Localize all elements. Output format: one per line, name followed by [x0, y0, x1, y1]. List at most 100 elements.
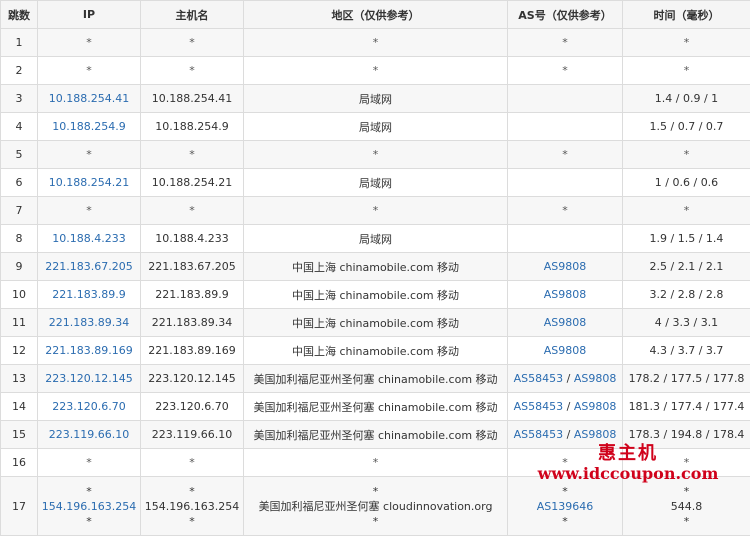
hop-cell: 11: [1, 309, 38, 337]
hop-cell-text: 8: [16, 232, 23, 245]
ip-cell: 10.188.254.41: [38, 85, 141, 113]
hop-cell: 2: [1, 57, 38, 85]
ip-cell-link[interactable]: 221.183.89.169: [45, 344, 132, 357]
ip-cell-link[interactable]: 221.183.89.34: [49, 316, 129, 329]
as-link[interactable]: AS9808: [574, 428, 617, 441]
region-cell-text: *: [373, 36, 379, 49]
as-link[interactable]: AS9808: [574, 372, 617, 385]
ip-cell-link[interactable]: 223.120.12.145: [45, 372, 132, 385]
hostname-cell-text: 223.119.66.10: [152, 428, 232, 441]
hostname-cell-text: *: [189, 64, 195, 77]
ip-cell-link[interactable]: 223.119.66.10: [49, 428, 129, 441]
time-cell-text: 3.2 / 2.8 / 2.8: [650, 288, 724, 301]
hop-cell: 17: [1, 477, 38, 536]
time-cell-text: 2.5 / 2.1 / 2.1: [650, 260, 724, 273]
time-cell-text: 1 / 0.6 / 0.6: [655, 176, 718, 189]
region-cell-line: *: [244, 514, 507, 529]
ip-cell-link[interactable]: 10.188.4.233: [52, 232, 125, 245]
ip-cell-link[interactable]: 10.188.254.9: [52, 120, 125, 133]
ip-cell: *: [38, 449, 141, 477]
header-as: AS号（仅供参考）: [508, 1, 623, 29]
hostname-cell: 221.183.89.9: [141, 281, 244, 309]
time-cell: *: [623, 57, 750, 85]
table-row: 2*****: [1, 57, 750, 85]
time-cell: 178.3 / 194.8 / 178.4: [623, 421, 750, 449]
ip-cell-text: *: [86, 36, 92, 49]
region-cell-line: 美国加利福尼亚州圣何塞 cloudinnovation.org: [244, 499, 507, 514]
hop-cell: 8: [1, 225, 38, 253]
hop-cell-text: 14: [12, 400, 26, 413]
ip-cell-link[interactable]: 10.188.254.21: [49, 176, 129, 189]
as-cell: AS9808: [508, 309, 623, 337]
hostname-cell-text: 223.120.6.70: [155, 400, 228, 413]
ip-cell-text: *: [86, 456, 92, 469]
hostname-cell-text: *: [189, 36, 195, 49]
hop-cell-text: 3: [16, 92, 23, 105]
as-cell: AS9808: [508, 281, 623, 309]
time-cell: 1.9 / 1.5 / 1.4: [623, 225, 750, 253]
ip-cell-link[interactable]: 221.183.67.205: [45, 260, 132, 273]
table-row: 17*154.196.163.254**154.196.163.254**美国加…: [1, 477, 750, 536]
ip-cell-line[interactable]: 154.196.163.254: [38, 499, 140, 514]
header-hostname: 主机名: [141, 1, 244, 29]
as-cell: AS58453 / AS9808: [508, 421, 623, 449]
region-cell-text: 局域网: [359, 233, 392, 246]
as-link[interactable]: AS9808: [544, 316, 587, 329]
region-cell-text: 中国上海 chinamobile.com 移动: [292, 317, 459, 330]
as-link[interactable]: AS9808: [544, 344, 587, 357]
as-link[interactable]: AS9808: [544, 288, 587, 301]
hop-cell-text: 13: [12, 372, 26, 385]
as-text: *: [562, 456, 568, 469]
ip-cell-link[interactable]: 223.120.6.70: [52, 400, 125, 413]
region-cell: *: [244, 197, 508, 225]
ip-cell-text: *: [86, 148, 92, 161]
as-text: *: [562, 64, 568, 77]
region-cell: 局域网: [244, 169, 508, 197]
time-cell-text: 4.3 / 3.7 / 3.7: [650, 344, 724, 357]
hostname-cell: *154.196.163.254*: [141, 477, 244, 536]
ip-cell-link[interactable]: 221.183.89.9: [52, 288, 125, 301]
time-cell: *: [623, 449, 750, 477]
hop-cell: 10: [1, 281, 38, 309]
as-link[interactable]: AS9808: [544, 260, 587, 273]
as-cell-line: *: [508, 514, 622, 529]
hop-cell-text: 16: [12, 456, 26, 469]
time-cell: *: [623, 197, 750, 225]
header-ip: IP: [38, 1, 141, 29]
table-row: 16*****: [1, 449, 750, 477]
ip-cell-link[interactable]: 10.188.254.41: [49, 92, 129, 105]
time-cell-text: 1.5 / 0.7 / 0.7: [650, 120, 724, 133]
time-cell: 1 / 0.6 / 0.6: [623, 169, 750, 197]
ip-cell: 10.188.4.233: [38, 225, 141, 253]
hostname-cell: 221.183.89.34: [141, 309, 244, 337]
hop-cell-text: 2: [16, 64, 23, 77]
ip-cell: 10.188.254.21: [38, 169, 141, 197]
ip-cell: *: [38, 197, 141, 225]
as-link[interactable]: AS58453: [514, 372, 564, 385]
hop-cell: 16: [1, 449, 38, 477]
ip-cell-line: *: [38, 484, 140, 499]
hostname-cell-text: 10.188.4.233: [155, 232, 228, 245]
ip-cell: *154.196.163.254*: [38, 477, 141, 536]
time-cell-text: 178.2 / 177.5 / 177.8: [629, 372, 745, 385]
hop-cell: 9: [1, 253, 38, 281]
as-cell: *AS139646*: [508, 477, 623, 536]
region-cell: 美国加利福尼亚州圣何塞 chinamobile.com 移动: [244, 421, 508, 449]
as-cell: *: [508, 141, 623, 169]
region-cell-text: *: [373, 148, 379, 161]
table-row: 15223.119.66.10223.119.66.10美国加利福尼亚州圣何塞 …: [1, 421, 750, 449]
as-link[interactable]: AS58453: [514, 428, 564, 441]
hostname-cell-text: *: [189, 204, 195, 217]
as-cell: AS58453 / AS9808: [508, 393, 623, 421]
hop-cell: 5: [1, 141, 38, 169]
ip-cell: 221.183.89.9: [38, 281, 141, 309]
hostname-cell-text: 10.188.254.41: [152, 92, 232, 105]
hostname-cell: *: [141, 57, 244, 85]
as-link[interactable]: AS9808: [574, 400, 617, 413]
as-link[interactable]: AS58453: [514, 400, 564, 413]
hop-cell: 6: [1, 169, 38, 197]
time-cell: *544.8*: [623, 477, 750, 536]
as-cell-line[interactable]: AS139646: [508, 499, 622, 514]
region-cell-text: 中国上海 chinamobile.com 移动: [292, 289, 459, 302]
time-cell-text: 178.3 / 194.8 / 178.4: [629, 428, 745, 441]
